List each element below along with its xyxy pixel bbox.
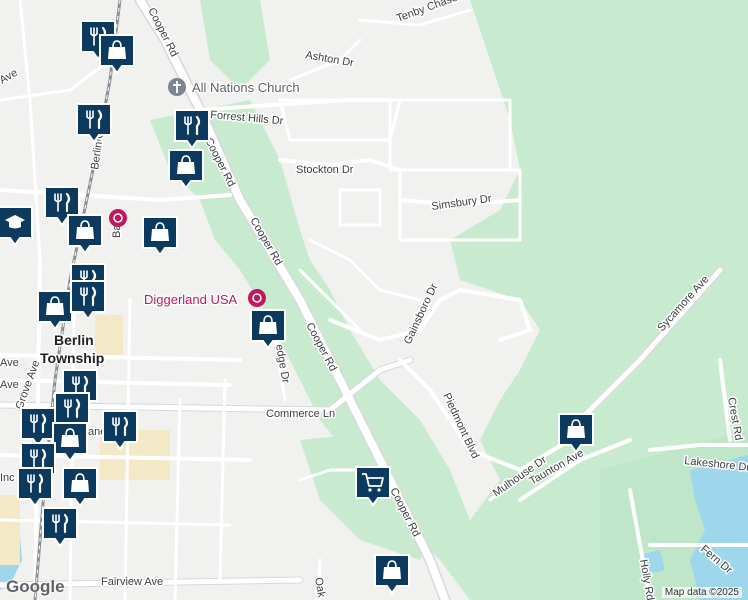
- label-inc: Inc: [0, 472, 15, 484]
- label-commerce-ln: Commerce Ln: [266, 408, 335, 420]
- aquarium-icon: [109, 209, 127, 227]
- lot-a: [95, 315, 123, 355]
- label-fairview-ave: Fairview Ave: [101, 576, 163, 588]
- amusement-park-icon: [248, 289, 266, 307]
- map-attribution: Map data ©2025: [661, 587, 742, 598]
- lot-c: [0, 495, 20, 565]
- map-canvas[interactable]: Cooper Rd Cooper Rd Cooper Rd Cooper Rd …: [0, 0, 748, 600]
- poi-school-area[interactable]: [109, 209, 127, 227]
- church-label: All Nations Church: [192, 80, 300, 95]
- town-label-line-2: Township: [40, 350, 104, 366]
- diggerland-label: Diggerland USA: [144, 292, 238, 307]
- label-ave-2: Ave: [0, 379, 19, 391]
- label-stockton-dr: Stockton Dr: [296, 164, 354, 176]
- google-logo: Google: [6, 577, 65, 596]
- town-label-line-1: Berlin: [54, 332, 94, 348]
- label-ave-1: Ave: [0, 357, 19, 369]
